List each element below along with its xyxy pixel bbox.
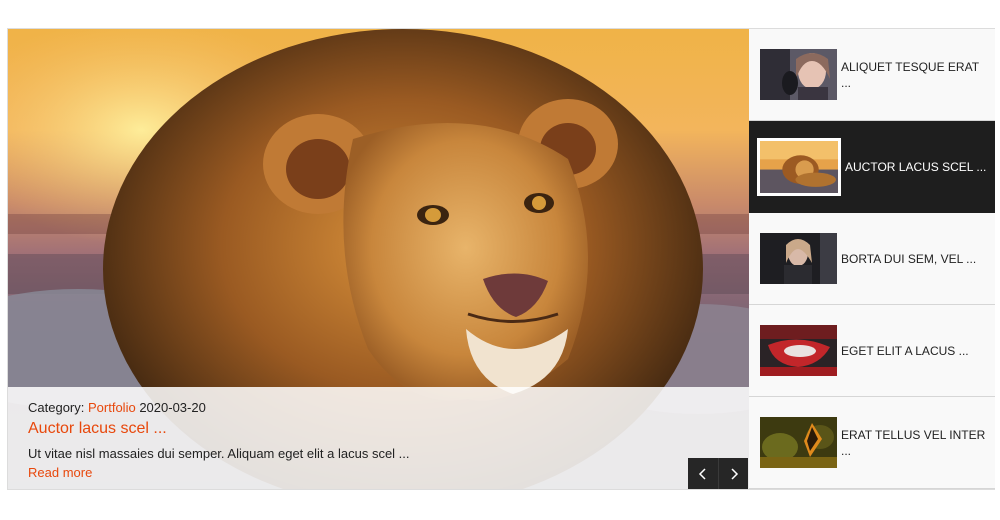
active-thumbnail-frame <box>757 137 841 196</box>
lion-thumbnail <box>760 140 838 193</box>
woman-dark-portrait-thumbnail <box>760 233 837 284</box>
hero-slide[interactable]: Category: Portfolio 2020-03-20 Auctor la… <box>8 29 749 489</box>
news-slider: Category: Portfolio 2020-03-20 Auctor la… <box>7 28 995 490</box>
thumbnail-item-5[interactable]: ERAT TELLUS VEL INTER ... <box>749 397 995 489</box>
thumbnail-item-1[interactable]: ALIQUET TESQUE ERAT ... <box>749 29 995 121</box>
category-prefix: Category: <box>28 400 85 415</box>
thumbnail-label-2: AUCTOR LACUS SCEL ... <box>845 159 987 174</box>
thumbnail-label-4: EGET ELIT A LACUS ... <box>841 343 969 358</box>
prev-button[interactable] <box>688 458 718 489</box>
category-link[interactable]: Portfolio <box>88 400 136 415</box>
slider-nav <box>688 458 748 489</box>
post-date: 2020-03-20 <box>139 400 206 415</box>
read-more-link[interactable]: Read more <box>28 465 92 481</box>
thumbnail-item-2[interactable]: AUCTOR LACUS SCEL ... <box>749 121 995 213</box>
butterfly-thumbnail <box>760 417 837 468</box>
chevron-left-icon <box>698 467 706 480</box>
slide-meta: Category: Portfolio 2020-03-20 <box>28 400 729 416</box>
slide-title[interactable]: Auctor lacus scel ... <box>28 419 729 439</box>
thumbnail-item-4[interactable]: EGET ELIT A LACUS ... <box>749 305 995 397</box>
chevron-right-icon <box>730 467 738 480</box>
slide-caption: Category: Portfolio 2020-03-20 Auctor la… <box>8 387 749 489</box>
thumbnail-label-3: BORTA DUI SEM, VEL ... <box>841 251 977 266</box>
red-interior-thumbnail <box>760 325 837 376</box>
slide-excerpt: Ut vitae nisl massaies dui semper. Aliqu… <box>28 446 410 461</box>
next-button[interactable] <box>718 458 748 489</box>
thumbnail-list: ALIQUET TESQUE ERAT ... AUCTOR LACUS SCE… <box>749 29 995 489</box>
woman-portrait-thumbnail <box>760 49 837 100</box>
thumbnail-item-3[interactable]: BORTA DUI SEM, VEL ... <box>749 213 995 305</box>
thumbnail-label-5: ERAT TELLUS VEL INTER ... <box>841 427 986 458</box>
thumbnail-label-1: ALIQUET TESQUE ERAT ... <box>841 59 979 90</box>
